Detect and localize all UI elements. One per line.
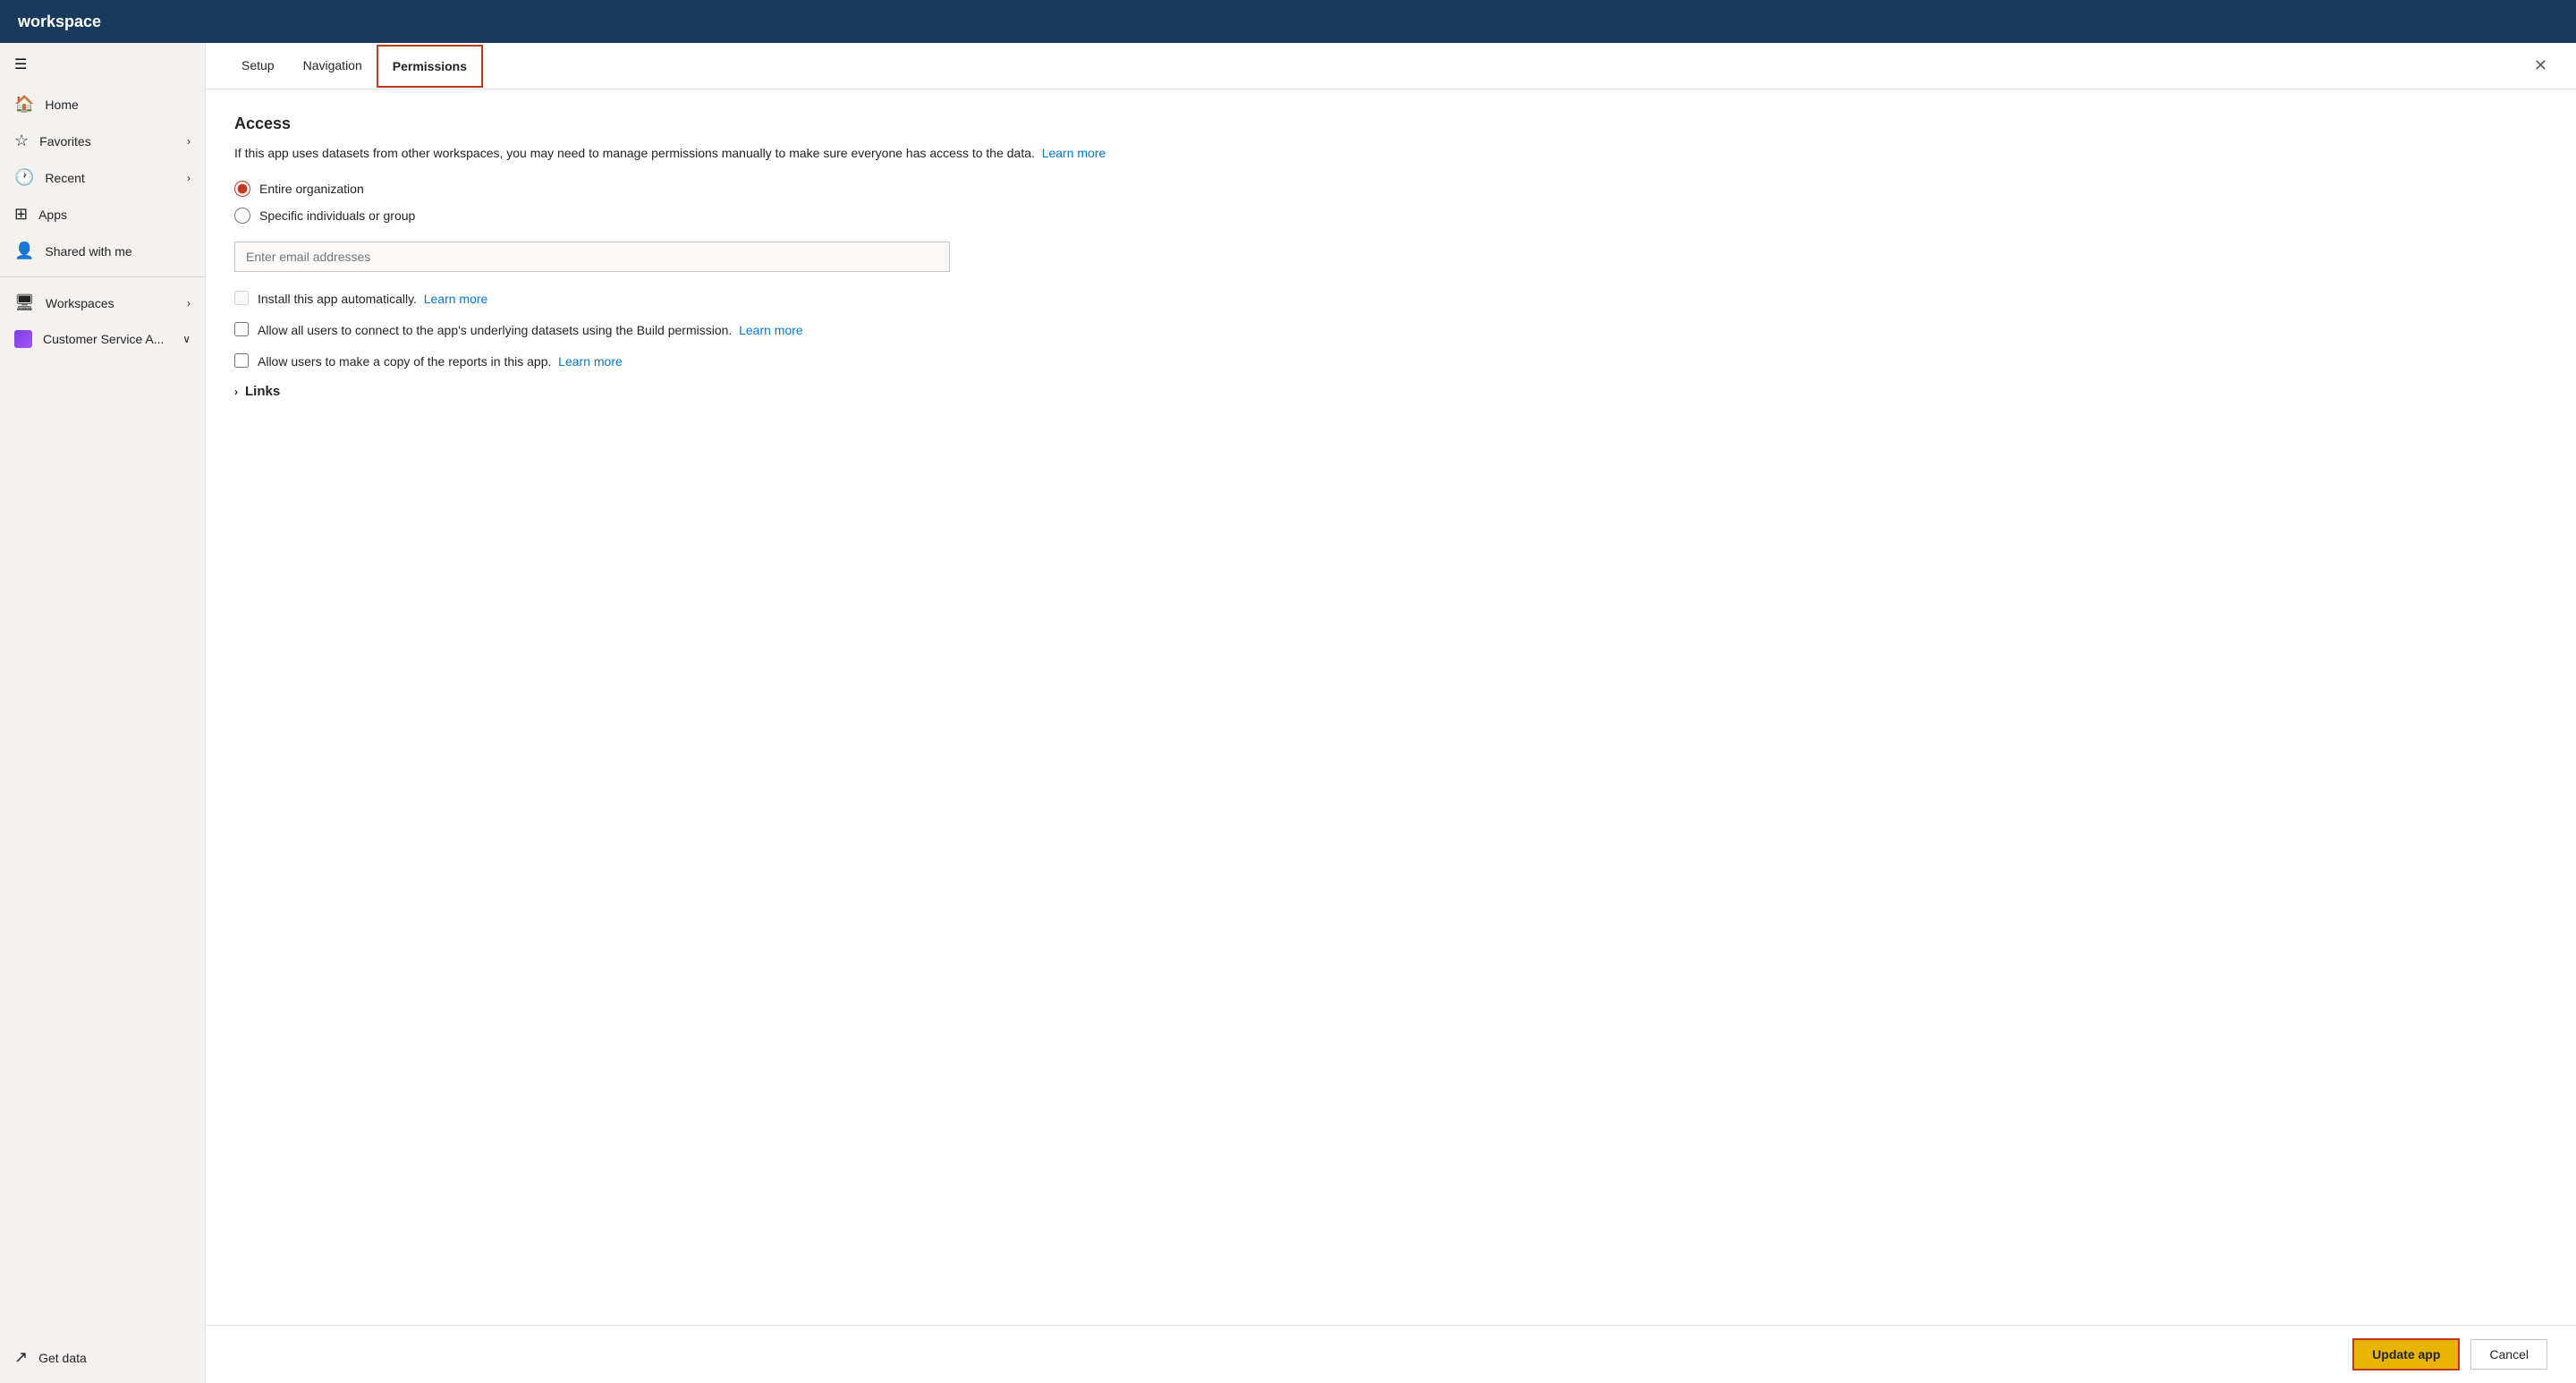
radio-specific[interactable]: Specific individuals or group <box>234 208 2547 224</box>
chevron-right-icon: › <box>187 297 191 310</box>
sidebar-item-shared[interactable]: 👤 Shared with me <box>0 233 205 269</box>
chevron-down-icon: ∨ <box>182 333 191 345</box>
topbar-title: workspace <box>18 13 101 31</box>
main-layout: ☰ 🏠 Home ☆ Favorites › 🕐 Recent › ⊞ Apps… <box>0 43 2576 1383</box>
radio-entire-org-input[interactable] <box>234 181 250 197</box>
sidebar-bottom: ↗ Get data <box>0 1339 205 1383</box>
email-input-wrap <box>234 242 2547 272</box>
sidebar-item-home[interactable]: 🏠 Home <box>0 86 205 123</box>
sidebar-item-label: Customer Service A... <box>43 332 164 346</box>
sidebar-item-label: Favorites <box>39 134 91 148</box>
access-title: Access <box>234 115 2547 133</box>
close-button[interactable]: ✕ <box>2527 53 2555 79</box>
footer-bar: Update app Cancel <box>206 1325 2576 1383</box>
sidebar-divider <box>0 276 205 277</box>
hamburger-icon: ☰ <box>14 57 27 72</box>
checkbox-build-permission: Allow all users to connect to the app's … <box>234 321 2547 340</box>
update-app-button[interactable]: Update app <box>2352 1338 2460 1370</box>
access-description: If this app uses datasets from other wor… <box>234 144 2547 163</box>
recent-icon: 🕐 <box>14 168 34 187</box>
sidebar-item-label: Shared with me <box>45 244 131 259</box>
links-chevron-icon: › <box>234 386 238 398</box>
radio-entire-org[interactable]: Entire organization <box>234 181 2547 197</box>
cancel-button[interactable]: Cancel <box>2470 1339 2547 1370</box>
build-permission-checkbox[interactable] <box>234 322 249 336</box>
home-icon: 🏠 <box>14 95 34 114</box>
main-content: Setup Navigation Permissions ✕ Access If… <box>206 43 2576 1383</box>
apps-icon: ⊞ <box>14 205 28 224</box>
sidebar-item-label: Workspaces <box>46 296 114 310</box>
workspaces-icon: 🖥 <box>14 293 35 312</box>
favorites-icon: ☆ <box>14 132 29 150</box>
copy-reports-checkbox[interactable] <box>234 353 249 368</box>
links-section[interactable]: › Links <box>234 384 2547 399</box>
shared-icon: 👤 <box>14 242 34 260</box>
sidebar-item-apps[interactable]: ⊞ Apps <box>0 196 205 233</box>
sidebar-item-get-data[interactable]: ↗ Get data <box>0 1339 205 1376</box>
sidebar-item-label: Apps <box>38 208 67 222</box>
copy-reports-learn-more[interactable]: Learn more <box>558 354 623 369</box>
auto-install-checkbox[interactable] <box>234 291 249 305</box>
tab-permissions[interactable]: Permissions <box>377 45 483 88</box>
sidebar-item-customer[interactable]: Customer Service A... ∨ <box>0 321 205 357</box>
chevron-right-icon: › <box>187 135 191 148</box>
topbar: workspace <box>0 0 2576 43</box>
audience-radio-group: Entire organization Specific individuals… <box>234 181 2547 224</box>
checkbox-copy-reports: Allow users to make a copy of the report… <box>234 352 2547 371</box>
sidebar-item-label: Recent <box>45 171 84 185</box>
sidebar-item-label: Home <box>45 98 78 112</box>
sidebar-item-label: Get data <box>38 1351 87 1365</box>
checkbox-auto-install: Install this app automatically. Learn mo… <box>234 290 2547 309</box>
sidebar: ☰ 🏠 Home ☆ Favorites › 🕐 Recent › ⊞ Apps… <box>0 43 206 1383</box>
tab-navigation[interactable]: Navigation <box>289 46 377 87</box>
build-permission-learn-more[interactable]: Learn more <box>739 323 803 337</box>
tab-setup[interactable]: Setup <box>227 46 289 87</box>
radio-entire-org-label: Entire organization <box>259 182 364 196</box>
hamburger-menu[interactable]: ☰ <box>0 43 205 86</box>
email-input[interactable] <box>234 242 950 272</box>
sidebar-item-recent[interactable]: 🕐 Recent › <box>0 159 205 196</box>
chevron-right-icon: › <box>187 172 191 184</box>
sidebar-item-workspaces[interactable]: 🖥 Workspaces › <box>0 284 205 321</box>
tabs-bar: Setup Navigation Permissions ✕ <box>206 43 2576 89</box>
links-label: Links <box>245 384 280 399</box>
auto-install-learn-more[interactable]: Learn more <box>424 292 488 306</box>
access-learn-more-link[interactable]: Learn more <box>1042 146 1106 160</box>
content-area: Access If this app uses datasets from ot… <box>206 89 2576 1325</box>
radio-specific-label: Specific individuals or group <box>259 208 415 223</box>
get-data-icon: ↗ <box>14 1348 28 1367</box>
radio-specific-input[interactable] <box>234 208 250 224</box>
customer-service-icon <box>14 330 32 348</box>
sidebar-item-favorites[interactable]: ☆ Favorites › <box>0 123 205 159</box>
